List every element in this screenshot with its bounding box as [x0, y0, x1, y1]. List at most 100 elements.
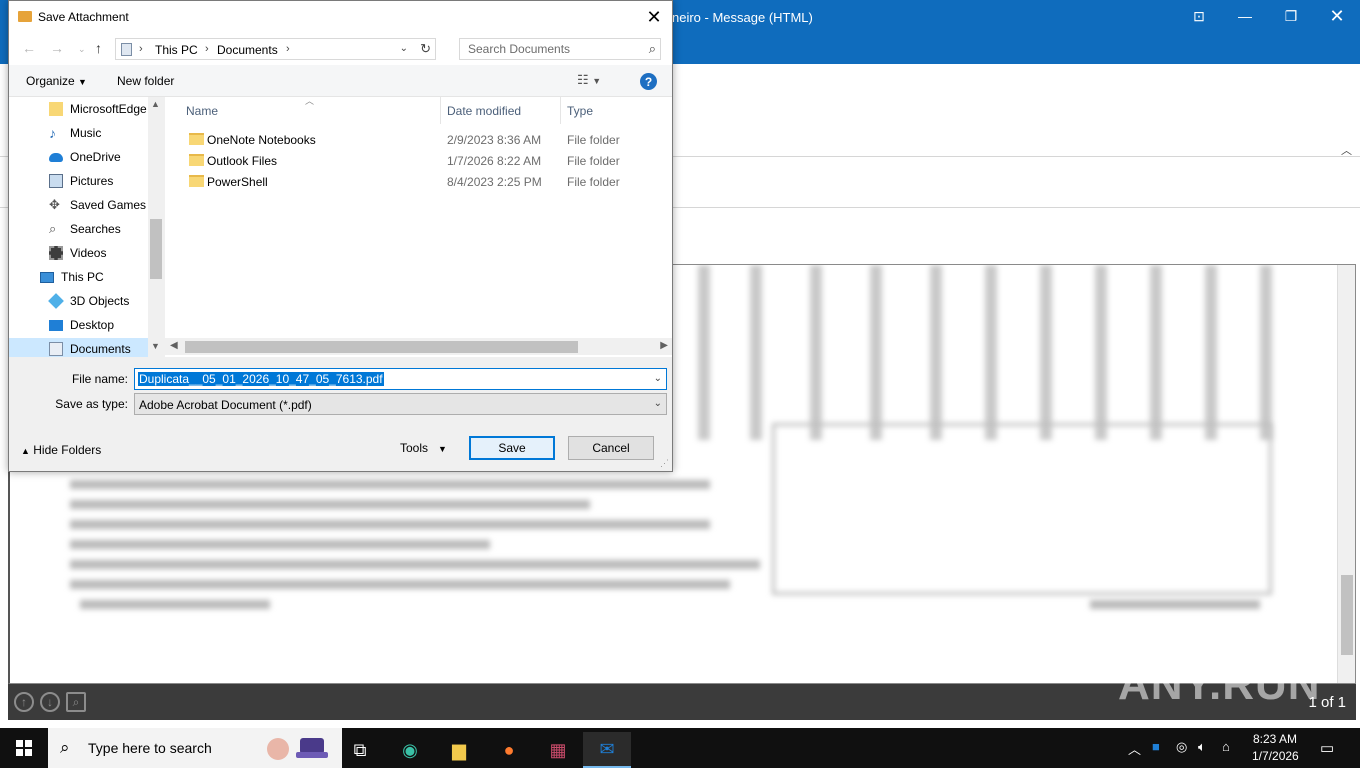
up-arrow-icon[interactable]: ↑: [95, 40, 102, 56]
cloud-icon: [49, 152, 63, 162]
sidebar-item-music[interactable]: ♪ Music: [49, 122, 164, 144]
new-folder-button[interactable]: New folder: [117, 74, 174, 88]
sidebar-item-label: Saved Games: [70, 198, 147, 212]
change-view-icon[interactable]: ☷ ▼: [577, 72, 601, 88]
pc-icon: [121, 43, 132, 56]
address-bar[interactable]: › This PC › Documents › ⌄ ↻: [115, 38, 436, 60]
taskbar-search-box[interactable]: ⌕ Type here to search: [48, 728, 342, 768]
sidebar-item-this-pc[interactable]: This PC: [40, 266, 164, 288]
search-box[interactable]: ⌕: [459, 38, 661, 60]
sidebar-item-searches[interactable]: ⌕ Searches: [49, 218, 164, 240]
close-window-button[interactable]: ✕: [1314, 0, 1360, 32]
nav-scroll-thumb[interactable]: [150, 219, 162, 279]
next-page-icon[interactable]: ↓: [40, 692, 60, 712]
blurred-content: [930, 265, 942, 440]
dialog-title: Save Attachment: [38, 10, 129, 24]
nav-scrollbar[interactable]: ▲ ▼: [148, 97, 164, 357]
column-header-type[interactable]: Type: [567, 104, 593, 118]
restore-button[interactable]: ❐: [1268, 0, 1314, 32]
clock-date[interactable]: 1/7/2026: [1252, 749, 1299, 763]
notifications-icon[interactable]: ▭: [1320, 739, 1334, 757]
refresh-icon[interactable]: ↻: [420, 41, 431, 57]
chevron-down-icon[interactable]: ⌄: [654, 373, 662, 384]
search-icon: ⌕: [60, 738, 70, 757]
sidebar-item-3d-objects[interactable]: 3D Objects: [48, 290, 164, 312]
organize-label: Organize: [26, 74, 75, 88]
file-row[interactable]: PowerShell 8/4/2023 2:25 PM File folder: [181, 171, 661, 192]
minimize-button[interactable]: —: [1222, 0, 1268, 32]
organize-button[interactable]: Organize ▼: [26, 74, 87, 88]
column-header-name[interactable]: Name: [186, 104, 218, 118]
scroll-right-icon[interactable]: ▶: [660, 340, 668, 351]
cancel-button[interactable]: Cancel: [568, 436, 654, 460]
outlook-icon[interactable]: ✉: [583, 732, 631, 768]
file-date: 2/9/2023 8:36 AM: [447, 133, 542, 147]
chevron-down-icon: ▼: [78, 77, 87, 87]
scroll-up-icon[interactable]: ▲: [151, 99, 160, 109]
sidebar-item-desktop[interactable]: Desktop: [49, 314, 164, 336]
sidebar-item-documents[interactable]: Documents: [9, 338, 148, 357]
blurred-box: [772, 423, 1272, 595]
sidebar-item-label: 3D Objects: [70, 294, 130, 308]
search-icon[interactable]: ⌕: [649, 41, 656, 57]
chevron-up-icon[interactable]: ︿: [1128, 739, 1141, 758]
save-button[interactable]: Save: [469, 436, 555, 460]
task-view-icon[interactable]: ⧉: [336, 732, 384, 768]
clock-time[interactable]: 8:23 AM: [1253, 732, 1297, 746]
winrar-icon[interactable]: ▦: [534, 732, 582, 768]
scroll-down-icon[interactable]: ▼: [151, 341, 160, 351]
navigation-bar: ← → ⌄ ↑ › This PC › Documents › ⌄ ↻ ⌕: [9, 32, 672, 65]
blurred-content: [1040, 265, 1052, 440]
firefox-icon[interactable]: ●: [485, 732, 533, 768]
search-input[interactable]: [460, 39, 638, 59]
sidebar-item-pictures[interactable]: Pictures: [49, 170, 164, 192]
ribbon-display-icon[interactable]: ⊡: [1176, 0, 1222, 32]
breadcrumb-this-pc[interactable]: This PC: [155, 43, 198, 57]
outlook-tray-icon[interactable]: ■: [1152, 739, 1160, 754]
file-name-value[interactable]: Duplicata__05_01_2026_10_47_05_7613.pdf: [138, 372, 384, 386]
blurred-content: [1150, 265, 1162, 440]
horizontal-scrollbar[interactable]: ◀ ▶: [165, 338, 672, 355]
chevron-right-icon[interactable]: ›: [139, 43, 143, 55]
recent-locations-icon[interactable]: ⌄: [78, 44, 86, 55]
sidebar-item-label: Documents: [70, 342, 131, 356]
find-icon[interactable]: ⌕: [66, 692, 86, 712]
file-row[interactable]: Outlook Files 1/7/2026 8:22 AM File fold…: [181, 150, 661, 171]
preview-scroll-thumb[interactable]: [1341, 575, 1353, 655]
start-button[interactable]: [0, 728, 48, 768]
chevron-right-icon[interactable]: ›: [286, 43, 290, 55]
blurred-content: [810, 265, 822, 440]
help-icon[interactable]: ?: [640, 73, 657, 90]
file-name-field[interactable]: Duplicata__05_01_2026_10_47_05_7613.pdf …: [134, 368, 667, 390]
file-row[interactable]: OneNote Notebooks 2/9/2023 8:36 AM File …: [181, 129, 661, 150]
forward-arrow-icon[interactable]: →: [50, 40, 64, 56]
sidebar-item-microsoftedge[interactable]: MicrosoftEdge: [49, 98, 164, 120]
sidebar-item-label: Desktop: [70, 318, 115, 332]
back-arrow-icon[interactable]: ←: [22, 40, 36, 56]
blurred-content: [870, 265, 882, 440]
edge-icon[interactable]: ◉: [386, 732, 434, 768]
breadcrumb-documents[interactable]: Documents: [217, 43, 278, 57]
camera-icon[interactable]: ◎: [1176, 739, 1187, 755]
scroll-left-icon[interactable]: ◀: [170, 340, 178, 351]
save-type-select[interactable]: Adobe Acrobat Document (*.pdf) ⌄: [134, 393, 667, 415]
tools-button[interactable]: Tools ▼: [400, 441, 447, 455]
sidebar-item-saved-games[interactable]: ✥ Saved Games: [49, 194, 164, 216]
blurred-text: [1090, 600, 1260, 609]
preview-scrollbar[interactable]: [1337, 265, 1355, 683]
dialog-close-button[interactable]: ✕: [640, 5, 668, 29]
chevron-down-icon[interactable]: ⌄: [400, 43, 408, 54]
previous-page-icon[interactable]: ↑: [14, 692, 34, 712]
chevron-right-icon[interactable]: ›: [205, 43, 209, 55]
horizontal-scroll-thumb[interactable]: [185, 341, 578, 353]
volume-icon[interactable]: 🔈︎: [1198, 739, 1206, 755]
file-explorer-icon[interactable]: ▆: [435, 732, 483, 768]
hide-folders-button[interactable]: ▲ Hide Folders: [21, 443, 101, 457]
sidebar-item-videos[interactable]: Videos: [49, 242, 164, 264]
sidebar-item-onedrive[interactable]: OneDrive: [49, 146, 164, 168]
network-icon[interactable]: ⌂: [1222, 739, 1230, 754]
resize-grip-icon[interactable]: ⋰: [660, 458, 669, 469]
file-name: Outlook Files: [207, 154, 278, 168]
chevron-down-icon[interactable]: ⌄: [654, 398, 662, 409]
column-header-date[interactable]: Date modified: [447, 104, 521, 118]
